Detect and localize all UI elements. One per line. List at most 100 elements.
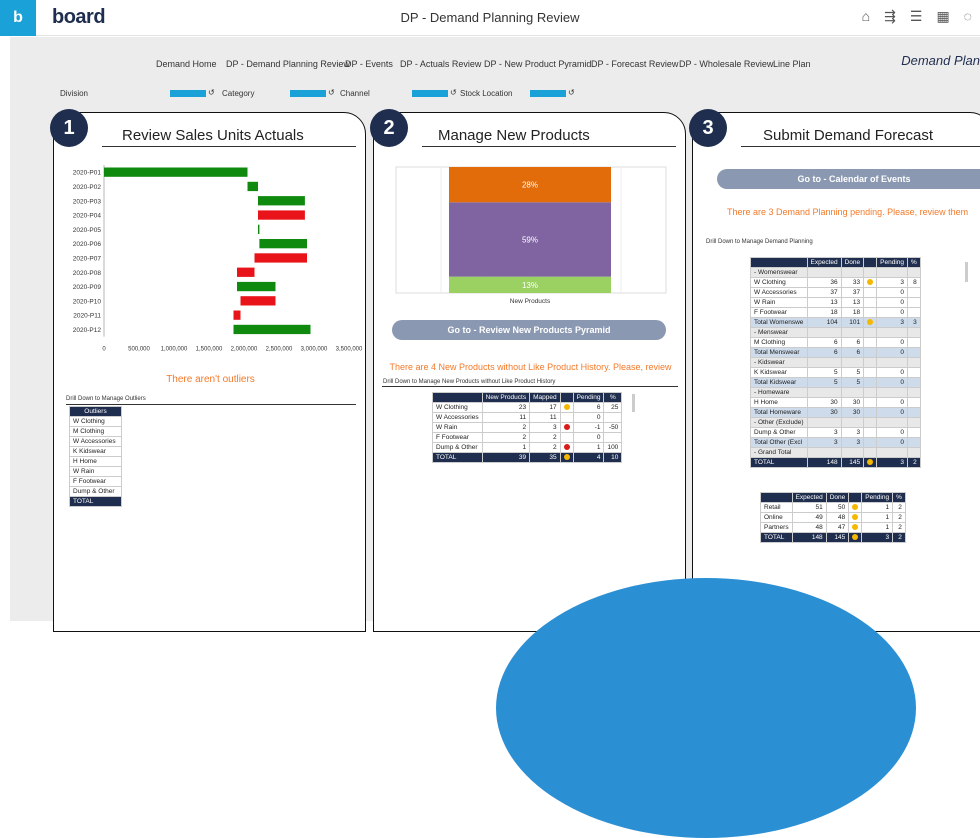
table-row[interactable]: F Footwear [69,476,122,487]
table-row[interactable]: W Accessories 37 37 0 [750,287,921,298]
value-cell [907,417,921,428]
table-row[interactable]: TOTAL [69,496,122,507]
scrollbar[interactable] [965,262,968,282]
outlier-cell: Dump & Other [69,486,122,497]
y-tick-label: 2020-P01 [73,170,102,177]
table-row[interactable]: Online 49 48 1 2 [760,512,906,523]
x-tick-label: 0 [102,347,106,353]
waterfall-bar [247,181,258,192]
table-row[interactable]: Total Homeware 30 30 0 [750,407,921,418]
reset-icon[interactable]: ↺ [208,88,215,97]
table-row[interactable]: Total Kidswear 5 5 0 [750,377,921,388]
value-cell: 18 [840,307,865,318]
table-row[interactable]: Dump & Other 1 2 1 100 [432,442,623,453]
table-row[interactable]: Dump & Other 3 3 0 [750,427,921,438]
table-row[interactable]: - Womenswear [750,267,921,278]
column-header: Expected [791,492,827,503]
value-cell: 18 [806,307,842,318]
row-label: W Clothing [750,277,808,288]
nav-line-plan[interactable]: Line Plan [773,59,811,69]
value-cell [840,357,865,368]
table-row[interactable]: Total Womenswe 104 101 3 3 [750,317,921,328]
table-row[interactable]: - Other (Exclude) [750,417,921,428]
row-label: K Kidswear [750,367,808,378]
table-row[interactable]: W Rain 13 13 0 [750,297,921,308]
app-header: b board DP - Demand Planning Review ⌂ ⇶ … [0,0,980,36]
step-badge: 3 [689,109,727,147]
table-row[interactable]: Total Other (Excl 3 3 0 [750,437,921,448]
reset-icon[interactable]: ↺ [328,88,335,97]
nav-dp-actuals[interactable]: DP - Actuals Review [400,59,481,69]
nav-dp-review[interactable]: DP - Demand Planning Review [226,59,350,69]
channel-summary-table: Expected Done Pending% Retail 51 50 1 2 Online 49… [760,492,906,543]
table-row[interactable]: Partners 48 47 1 2 [760,522,906,533]
table-row[interactable]: Dump & Other [69,486,122,497]
status-cell [863,277,878,288]
scrollbar[interactable] [632,394,635,412]
home-icon[interactable]: ⌂ [862,8,870,25]
column-header: Expected [806,257,842,268]
calendar-events-button[interactable]: Go to - Calendar of Events [717,169,980,189]
table-row[interactable]: - Kidswear [750,357,921,368]
table-row[interactable]: W Clothing [69,416,122,427]
value-cell: 3 [806,437,842,448]
value-cell: 37 [806,287,842,298]
nav-demand-home[interactable]: Demand Home [156,59,217,69]
table-row[interactable]: W Accessories 11 11 0 [432,412,623,423]
table-row[interactable]: W Accessories [69,436,122,447]
filter-selector[interactable] [290,90,326,97]
nav-dp-pyramid[interactable]: DP - New Product Pyramid [484,59,591,69]
reset-icon[interactable]: ↺ [568,88,575,97]
table-row[interactable]: H Home [69,456,122,467]
y-tick-label: 2020-P06 [73,241,102,248]
value-cell: 8 [907,277,921,288]
table-row[interactable]: Total Menswear 6 6 0 [750,347,921,358]
filter-division[interactable]: Division ↺ [60,88,225,100]
table-row[interactable]: TOTAL 39 35 4 10 [432,452,623,463]
nav-dp-wholesale[interactable]: DP - Wholesale Review [679,59,773,69]
table-row[interactable]: K Kidswear [69,446,122,457]
table-row[interactable]: H Home 30 30 0 [750,397,921,408]
review-pyramid-button[interactable]: Go to - Review New Products Pyramid [392,320,666,340]
table-row[interactable]: F Footwear 2 2 0 [432,432,623,443]
value-cell: 51 [791,502,827,513]
value-cell [907,447,921,458]
chat-icon[interactable]: ◌ [964,8,972,25]
filter-selector[interactable] [412,90,448,97]
table-row[interactable]: W Clothing 36 33 3 8 [750,277,921,288]
table-row[interactable]: TOTAL 148 145 3 2 [750,457,921,468]
table-row[interactable]: - Menswear [750,327,921,338]
value-cell: 49 [791,512,827,523]
table-row[interactable]: W Clothing 23 17 6 25 [432,402,623,413]
table-header-row: New Products Mapped Pending% [432,392,623,403]
table-header-row: Expected Done Pending% [750,257,921,268]
value-cell: 101 [840,317,865,328]
table-row[interactable]: - Homeware [750,387,921,398]
nav-dp-forecast[interactable]: DP - Forecast Review [591,59,678,69]
row-label: Dump & Other [750,427,808,438]
table-row[interactable]: W Rain [69,466,122,477]
table-row[interactable]: W Rain 2 3 -1 -50 [432,422,623,433]
table-row[interactable]: - Grand Total [750,447,921,458]
filter-stock-location[interactable]: Stock Location ↺ [460,88,625,100]
nav-dp-events[interactable]: DP - Events [345,59,393,69]
table-row[interactable]: F Footwear 18 18 0 [750,307,921,318]
reset-icon[interactable]: ↺ [450,88,457,97]
share-icon[interactable]: ⇶ [884,8,896,25]
table-row[interactable]: K Kidswear 5 5 0 [750,367,921,378]
column-header: Mapped [529,392,561,403]
value-cell: 0 [572,432,605,443]
table-row[interactable]: TOTAL 148 145 3 2 [760,532,906,543]
list-icon[interactable]: ☰ [910,8,923,25]
value-cell: 11 [481,412,531,423]
drill-down-label: Drill Down to Manage Demand Planning [706,239,813,245]
value-cell: 0 [876,397,909,408]
filter-selector[interactable] [170,90,206,97]
table-icon[interactable]: ▦ [936,8,949,25]
table-row[interactable]: Retail 51 50 1 2 [760,502,906,513]
value-cell [907,327,921,338]
table-row[interactable]: M Clothing 6 6 0 [750,337,921,348]
filter-selector[interactable] [530,90,566,97]
value-cell: 145 [825,532,850,543]
table-row[interactable]: M Clothing [69,426,122,437]
